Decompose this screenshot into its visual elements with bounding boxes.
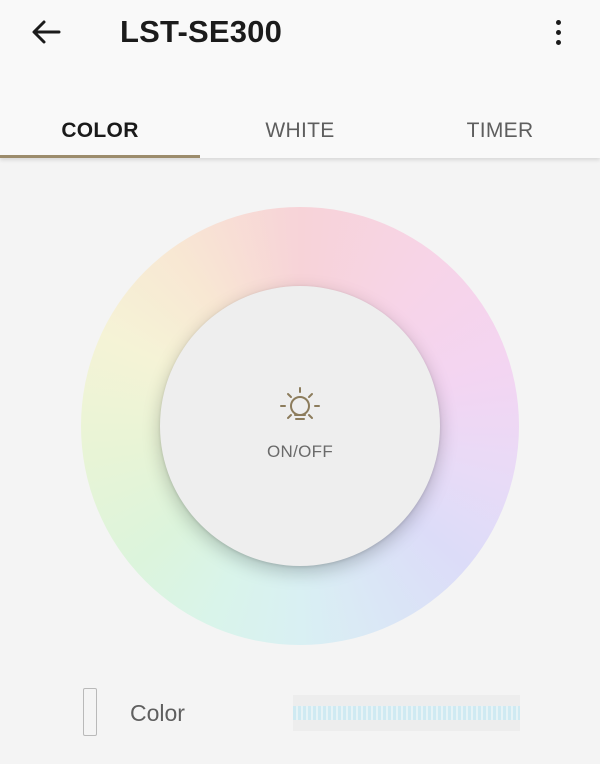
tab-white[interactable]: WHITE	[200, 104, 400, 158]
bulb-icon	[280, 387, 320, 420]
arrow-left-icon	[32, 20, 61, 44]
page-title: LST-SE300	[120, 14, 283, 49]
slider-track	[293, 706, 520, 720]
more-vertical-icon	[555, 19, 561, 25]
color-slider[interactable]	[293, 695, 520, 731]
power-toggle-button[interactable]: ON/OFF	[160, 286, 440, 566]
tab-color[interactable]: COLOR	[0, 104, 200, 158]
tab-timer[interactable]: TIMER	[400, 104, 600, 158]
more-options-button[interactable]	[538, 12, 578, 52]
color-swatch	[83, 688, 97, 736]
color-label: Color	[130, 700, 185, 726]
app-bar: LST-SE300 COLOR WHITE TIMER	[0, 0, 600, 158]
power-label: ON/OFF	[266, 442, 333, 461]
back-button[interactable]	[24, 12, 68, 52]
tab-bar: COLOR WHITE TIMER	[0, 104, 600, 158]
